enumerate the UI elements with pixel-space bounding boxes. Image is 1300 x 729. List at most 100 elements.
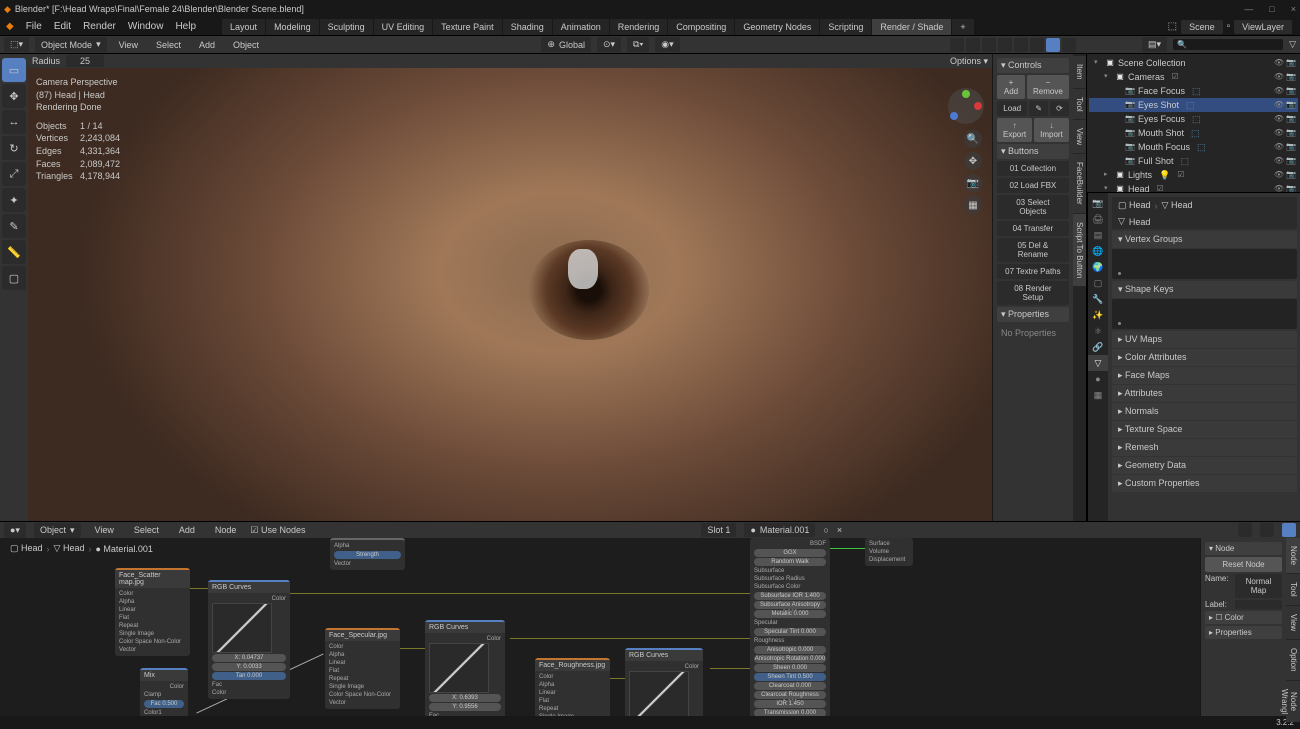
prop-tab-output-icon[interactable]: 🖨 (1088, 211, 1108, 227)
texture-node-specular[interactable]: Face_Specular.jpg Color Alpha Linear Fla… (325, 628, 400, 709)
property-section[interactable]: ▾ Shape Keys (1112, 281, 1297, 298)
pencil-icon[interactable]: ✎ (1029, 101, 1048, 116)
rotate-tool-icon[interactable]: ↻ (2, 136, 26, 160)
property-section[interactable]: ▸ Attributes (1112, 385, 1297, 402)
controls-header[interactable]: ▾ Controls (997, 58, 1069, 73)
tree-item[interactable]: 📷Full Shot⬚👁📷 (1089, 154, 1298, 168)
menu-window[interactable]: Window (122, 21, 170, 32)
prop-tab-material-icon[interactable]: ● (1088, 371, 1108, 387)
pivot-dropdown[interactable]: ⊙▾ (597, 37, 621, 52)
node-bc-2[interactable]: ▽ Head (54, 543, 85, 554)
workspace-tab[interactable]: Animation (553, 19, 610, 35)
fac-slider[interactable]: Fac 0.500 (144, 700, 184, 708)
eye-icon[interactable]: 👁 (1274, 155, 1284, 167)
properties-header[interactable]: ▾ Properties (997, 307, 1069, 322)
x-slider[interactable]: X: 0.04737 (212, 654, 286, 662)
export-button[interactable]: ↑ Export (997, 118, 1032, 142)
workspace-tab[interactable]: Scripting (820, 19, 872, 35)
script-button[interactable]: 04 Transfer (997, 221, 1069, 236)
material-dropdown[interactable]: ● Material.001 (744, 523, 815, 537)
solid-shading-icon[interactable] (1014, 38, 1028, 52)
workspace-tab[interactable]: UV Editing (374, 19, 434, 35)
menu-render[interactable]: Render (77, 21, 122, 32)
buttons-header[interactable]: ▾ Buttons (997, 144, 1069, 159)
pause-render-icon[interactable] (1062, 38, 1076, 52)
prop-tab-world-icon[interactable]: 🌍 (1088, 259, 1108, 275)
node-pin-icon[interactable] (1282, 523, 1296, 537)
import-button[interactable]: ↓ Import (1034, 118, 1069, 142)
eye-icon[interactable]: 👁 (1274, 57, 1284, 69)
maximize-icon[interactable]: □ (1269, 4, 1274, 14)
move-tool-icon[interactable]: ↔ (2, 110, 26, 134)
material-output-node[interactable]: Surface Volume Displacement (865, 538, 913, 566)
rgb-curves-node-3[interactable]: RGB Curves Color (625, 648, 703, 716)
select-menu[interactable]: Select (150, 40, 187, 50)
rgb-curves-node-2[interactable]: RGB Curves Color X: 0.6393 Y: 0.9556 Fac… (425, 620, 505, 716)
alpha-node[interactable]: Alpha Strength Vector (330, 538, 405, 570)
viewport[interactable]: Radius 25 Options ▾ Camera Perspective (… (28, 54, 992, 521)
outliner-tree[interactable]: ▾▣Scene Collection👁📷▾▣Cameras☑👁📷📷Face Fo… (1087, 54, 1300, 192)
close-icon[interactable]: × (1291, 4, 1296, 14)
workspace-tab[interactable]: + (952, 19, 974, 35)
add-menu[interactable]: Add (193, 40, 221, 50)
tree-item[interactable]: ▾▣Head☑👁📷 (1089, 182, 1298, 192)
property-section[interactable]: ▸ Face Maps (1112, 367, 1297, 384)
tree-item[interactable]: 📷Face Focus⬚👁📷 (1089, 84, 1298, 98)
camera-vis-icon[interactable]: 📷 (1286, 155, 1296, 167)
script-button[interactable]: 05 Del & Rename (997, 238, 1069, 262)
x-slider[interactable]: X: 0.6393 (429, 694, 501, 702)
node-view-menu[interactable]: View (89, 525, 120, 535)
mode-dropdown[interactable]: Object Mode ▾ (35, 37, 107, 52)
camera-vis-icon[interactable]: 📷 (1286, 127, 1296, 139)
bc-item2[interactable]: ▽ Head (1162, 200, 1193, 211)
scale-tool-icon[interactable]: ⤢ (2, 162, 26, 186)
material-unlink-icon[interactable]: × (837, 525, 842, 535)
load-button[interactable]: Load (997, 101, 1027, 116)
options-dropdown[interactable]: Options ▾ (950, 56, 988, 67)
camera-vis-icon[interactable]: 📷 (1286, 169, 1296, 181)
principled-bsdf-node[interactable]: BSDF GGX Random Walk Subsurface Subsurfa… (750, 538, 830, 716)
orientation-dropdown[interactable]: ⊕ Global (541, 37, 591, 52)
workspace-tab[interactable]: Render / Shade (872, 19, 952, 35)
workspace-tab[interactable]: Compositing (668, 19, 735, 35)
camera-vis-icon[interactable]: 📷 (1286, 113, 1296, 125)
bc-item1[interactable]: ▢ Head (1118, 200, 1151, 211)
minimize-icon[interactable]: — (1244, 4, 1253, 14)
transform-tool-icon[interactable]: ✦ (2, 188, 26, 212)
add-cube-tool-icon[interactable]: ▢ (2, 266, 26, 290)
node-label-field[interactable] (1235, 600, 1282, 609)
camera-vis-icon[interactable]: 📷 (1286, 71, 1296, 83)
n-panel-tab[interactable]: FaceBuilder (1073, 154, 1086, 213)
workspace-tab[interactable]: Geometry Nodes (735, 19, 820, 35)
select-box-tool-icon[interactable]: ▭ (2, 58, 26, 82)
node-add-menu[interactable]: Add (173, 525, 201, 535)
workspace-tab[interactable]: Modeling (266, 19, 320, 35)
property-section[interactable]: ▸ Geometry Data (1112, 457, 1297, 474)
object-menu[interactable]: Object (227, 40, 265, 50)
eye-icon[interactable]: 👁 (1274, 141, 1284, 153)
property-section[interactable]: ▸ Remesh (1112, 439, 1297, 456)
workspace-tab[interactable]: Rendering (610, 19, 669, 35)
script-button[interactable]: 08 Render Setup (997, 281, 1069, 305)
node-bc-3[interactable]: ● Material.001 (95, 544, 152, 554)
y-slider[interactable]: Y: 0.9556 (429, 703, 501, 711)
tree-item[interactable]: 📷Eyes Shot⬚👁📷 (1089, 98, 1298, 112)
overlay-toggle-icon[interactable] (966, 38, 980, 52)
material-shading-icon[interactable] (1030, 38, 1044, 52)
node-select-menu[interactable]: Select (128, 525, 165, 535)
tree-item[interactable]: 📷Mouth Focus⬚👁📷 (1089, 140, 1298, 154)
eye-icon[interactable]: 👁 (1274, 169, 1284, 181)
cursor-tool-icon[interactable]: ✥ (2, 84, 26, 108)
node-bc-1[interactable]: ▢ Head (10, 543, 43, 554)
reset-node-button[interactable]: Reset Node (1205, 557, 1282, 572)
prop-tab-texture-icon[interactable]: ▦ (1088, 387, 1108, 403)
wireframe-shading-icon[interactable] (998, 38, 1012, 52)
zoom-icon[interactable]: 🔍 (964, 130, 982, 148)
property-list-area[interactable] (1112, 249, 1297, 279)
tree-item[interactable]: ▸▣Lights💡☑👁📷 (1089, 168, 1298, 182)
tree-item[interactable]: 📷Mouth Shot⬚👁📷 (1089, 126, 1298, 140)
property-list-area[interactable] (1112, 299, 1297, 329)
prop-tab-constraint-icon[interactable]: 🔗 (1088, 339, 1108, 355)
node-snap-icon[interactable] (1238, 523, 1252, 537)
node-object-dropdown[interactable]: Object ▾ (34, 523, 81, 538)
